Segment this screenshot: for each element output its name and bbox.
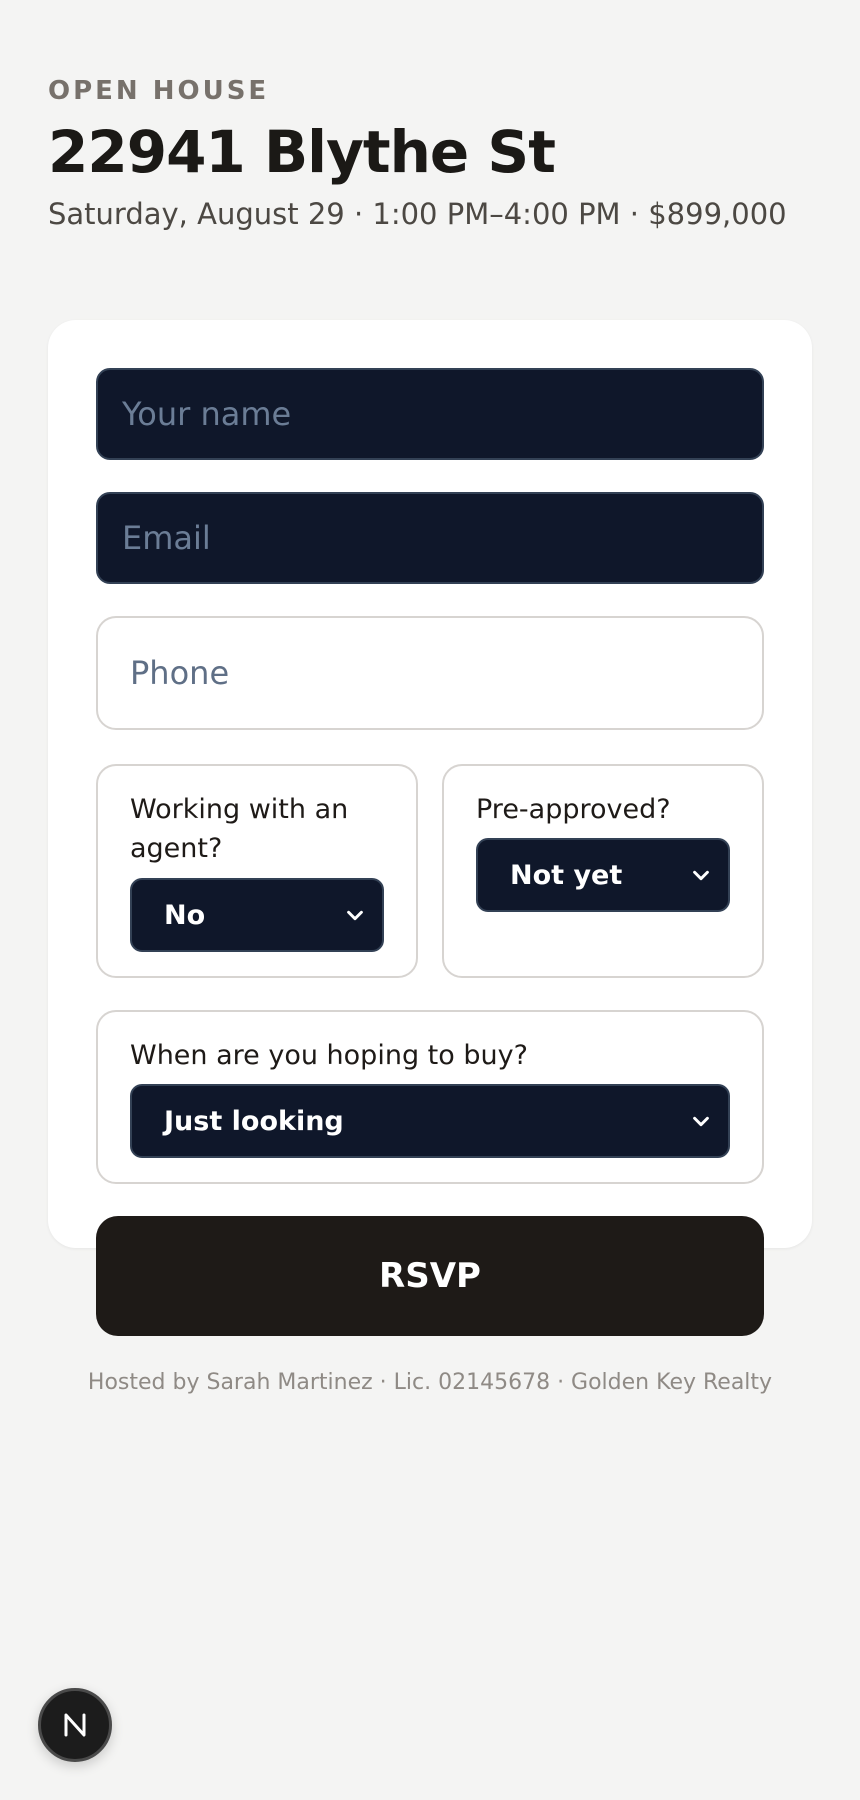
timeline-select-value: Just looking <box>164 1105 344 1137</box>
timeline-select[interactable]: Just looking <box>130 1084 730 1158</box>
agent-select-value: No <box>164 899 206 931</box>
chevron-down-icon <box>693 1116 709 1127</box>
rsvp-form-card: Working with an agent? No Pre-approved? … <box>48 320 812 1395</box>
timeline-question-box: When are you hoping to buy? Just looking <box>96 1010 764 1184</box>
agent-question-box: Working with an agent? No <box>96 764 418 978</box>
chevron-down-icon <box>347 910 363 921</box>
agent-select[interactable]: No <box>130 878 384 952</box>
dev-tools-badge[interactable] <box>38 1688 112 1762</box>
preapproved-select-value: Not yet <box>510 859 623 891</box>
preapproved-question-label: Pre-approved? <box>476 794 671 825</box>
rsvp-button[interactable]: RSVP <box>96 1216 764 1336</box>
n-logo-icon <box>64 1713 86 1737</box>
email-input[interactable] <box>96 492 764 584</box>
page-eyebrow: OPEN HOUSE <box>48 76 270 106</box>
agent-question-label: Working with an agent? <box>130 794 349 865</box>
preapproved-question-box: Pre-approved? Not yet <box>442 764 764 978</box>
page-header: OPEN HOUSE 22941 Blythe St Saturday, Aug… <box>48 78 812 232</box>
page-title: 22941 Blythe St <box>48 118 556 186</box>
phone-input[interactable] <box>96 616 764 730</box>
preapproved-select[interactable]: Not yet <box>476 838 730 912</box>
timeline-question-label: When are you hoping to buy? <box>130 1040 528 1071</box>
host-info: Hosted by Sarah Martinez · Lic. 02145678… <box>87 1370 773 1395</box>
chevron-down-icon <box>693 870 709 881</box>
event-details: Saturday, August 29 · 1:00 PM–4:00 PM · … <box>48 196 787 231</box>
name-input[interactable] <box>96 368 764 460</box>
